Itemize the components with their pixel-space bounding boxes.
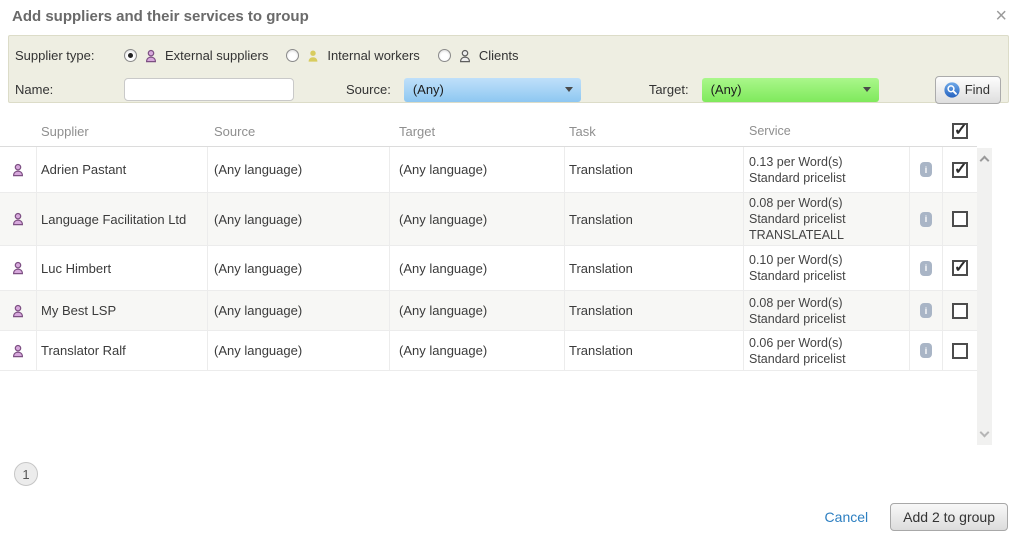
radio-button[interactable] (124, 49, 137, 62)
person-yellow-icon (306, 49, 320, 63)
radio-button[interactable] (438, 49, 451, 62)
supplier-type-label: Supplier type: (15, 48, 124, 63)
person-purple-icon (11, 163, 25, 177)
pagination-page-1[interactable]: 1 (14, 462, 38, 486)
dialog-footer: Cancel Add 2 to group (825, 503, 1008, 531)
person-purple-icon (11, 304, 25, 318)
radio-label: Clients (479, 48, 519, 63)
radio-internal-workers[interactable]: Internal workers (286, 48, 419, 63)
row-target: (Any language) (390, 331, 565, 370)
name-label: Name: (15, 82, 124, 97)
person-gray-icon (458, 49, 472, 63)
supplier-type-radio-group: External suppliers Internal workers Clie… (124, 48, 531, 63)
table-row: My Best LSP (Any language) (Any language… (0, 291, 977, 331)
info-icon[interactable]: i (920, 162, 932, 177)
table-body: Adrien Pastant (Any language) (Any langu… (0, 147, 977, 371)
row-service: 0.08 per Word(s) Standard pricelist TRAN… (744, 193, 910, 245)
person-purple-icon (11, 344, 25, 358)
row-task: Translation (565, 147, 744, 192)
row-service: 0.06 per Word(s) Standard pricelist (744, 331, 910, 370)
supplier-name: Luc Himbert (37, 246, 208, 290)
chevron-down-icon (565, 87, 573, 92)
row-source: (Any language) (208, 331, 390, 370)
header-checkbox-cell (943, 123, 977, 139)
row-source: (Any language) (208, 193, 390, 245)
row-checkbox[interactable] (952, 162, 968, 178)
supplier-type-row: Supplier type: External suppliers Intern… (15, 42, 1002, 69)
table-row: Adrien Pastant (Any language) (Any langu… (0, 147, 977, 193)
supplier-name: Translator Ralf (37, 331, 208, 370)
row-checkbox[interactable] (952, 211, 968, 227)
row-source: (Any language) (208, 291, 390, 330)
row-source: (Any language) (208, 147, 390, 192)
cancel-button[interactable]: Cancel (825, 509, 869, 525)
radio-label: External suppliers (165, 48, 268, 63)
filter-panel: Supplier type: External suppliers Intern… (8, 35, 1009, 103)
row-source: (Any language) (208, 246, 390, 290)
add-suppliers-dialog: Add suppliers and their services to grou… (0, 0, 1017, 543)
person-purple-icon (11, 261, 25, 275)
row-checkbox[interactable] (952, 303, 968, 319)
table-row: Language Facilitation Ltd (Any language)… (0, 193, 977, 246)
radio-external-suppliers[interactable]: External suppliers (124, 48, 268, 63)
close-icon[interactable]: × (995, 6, 1007, 26)
suppliers-table: Supplier Source Target Task Service Adri… (0, 116, 992, 371)
info-icon[interactable]: i (920, 303, 932, 318)
header-service: Service (744, 121, 910, 141)
header-task: Task (565, 122, 744, 141)
find-button[interactable]: Find (935, 76, 1001, 104)
info-icon[interactable]: i (920, 261, 932, 276)
row-target: (Any language) (390, 193, 565, 245)
row-service: 0.08 per Word(s) Standard pricelist (744, 291, 910, 330)
row-task: Translation (565, 246, 744, 290)
row-service: 0.13 per Word(s) Standard pricelist (744, 147, 910, 192)
radio-clients[interactable]: Clients (438, 48, 519, 63)
table-row: Translator Ralf (Any language) (Any lang… (0, 331, 977, 371)
target-dropdown-value: (Any) (711, 82, 742, 97)
supplier-name: My Best LSP (37, 291, 208, 330)
radio-label: Internal workers (327, 48, 419, 63)
find-button-label: Find (965, 82, 990, 97)
select-all-checkbox[interactable] (952, 123, 968, 139)
row-target: (Any language) (390, 291, 565, 330)
chevron-down-icon (863, 87, 871, 92)
person-purple-icon (144, 49, 158, 63)
scroll-down-icon[interactable] (980, 428, 990, 438)
row-task: Translation (565, 193, 744, 245)
table-row: Luc Himbert (Any language) (Any language… (0, 246, 977, 291)
name-input[interactable] (124, 78, 294, 101)
page-title: Add suppliers and their services to grou… (12, 8, 309, 25)
target-label: Target: (649, 82, 689, 97)
target-dropdown[interactable]: (Any) (702, 78, 879, 102)
supplier-name: Language Facilitation Ltd (37, 193, 208, 245)
row-target: (Any language) (390, 246, 565, 290)
add-to-group-button[interactable]: Add 2 to group (890, 503, 1008, 531)
header-source: Source (208, 122, 390, 141)
scroll-up-icon[interactable] (980, 156, 990, 166)
source-dropdown[interactable]: (Any) (404, 78, 581, 102)
row-service: 0.10 per Word(s) Standard pricelist (744, 246, 910, 290)
table-header: Supplier Source Target Task Service (0, 116, 977, 147)
header-supplier: Supplier (37, 122, 208, 141)
supplier-name: Adrien Pastant (37, 147, 208, 192)
info-icon[interactable]: i (920, 343, 932, 358)
row-task: Translation (565, 291, 744, 330)
vertical-scrollbar[interactable] (977, 148, 992, 445)
row-checkbox[interactable] (952, 343, 968, 359)
row-checkbox[interactable] (952, 260, 968, 276)
source-label: Source: (346, 82, 391, 97)
row-task: Translation (565, 331, 744, 370)
radio-button[interactable] (286, 49, 299, 62)
search-row: Name: Source: (Any) Target: (Any) Find (15, 76, 1002, 103)
header-target: Target (390, 122, 565, 141)
source-dropdown-value: (Any) (413, 82, 444, 97)
person-purple-icon (11, 212, 25, 226)
info-icon[interactable]: i (920, 212, 932, 227)
row-target: (Any language) (390, 147, 565, 192)
search-icon (944, 82, 960, 98)
